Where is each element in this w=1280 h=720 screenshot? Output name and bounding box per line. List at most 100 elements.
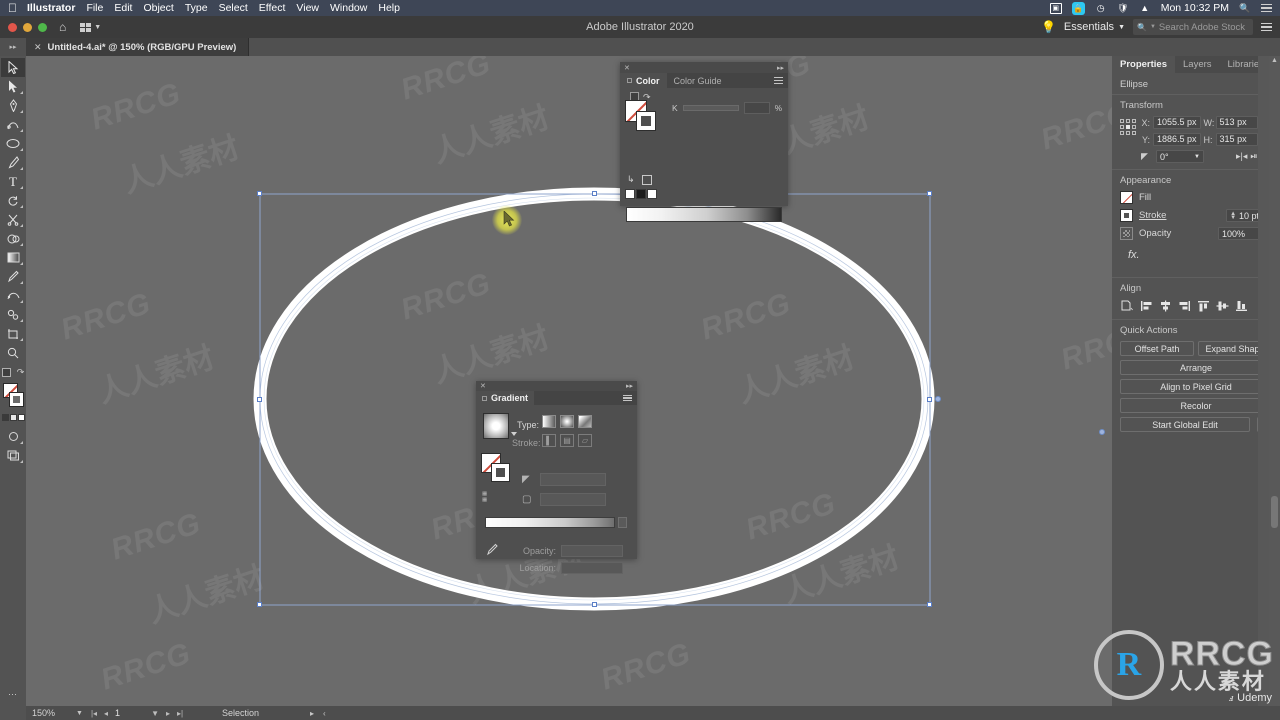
search-adobe-stock-input[interactable]: 🔍 ▼ Search Adobe Stock <box>1133 19 1253 35</box>
menu-type[interactable]: Type <box>185 2 208 14</box>
menu-view[interactable]: View <box>296 2 319 14</box>
tab-gradient[interactable]: Gradient <box>476 391 535 405</box>
menu-file[interactable]: File <box>86 2 103 14</box>
eyedropper-icon[interactable] <box>486 543 498 559</box>
shield-icon[interactable]: 🛡 <box>1117 2 1129 14</box>
curvature-tool[interactable] <box>1 115 25 134</box>
align-top-icon[interactable] <box>1196 299 1210 313</box>
opacity-row[interactable]: Opacity 100% › <box>1120 227 1272 240</box>
align-right-icon[interactable] <box>1177 299 1191 313</box>
scrollbar-thumb[interactable] <box>1271 496 1278 528</box>
recolor-button[interactable]: Recolor <box>1120 398 1272 413</box>
ellipse-tool[interactable] <box>1 134 25 153</box>
toolbar-collapse-grip[interactable]: ▸▸ <box>2 38 24 56</box>
control-center-icon[interactable] <box>1261 3 1272 13</box>
direct-selection-tool[interactable] <box>1 77 25 96</box>
reference-point-selector[interactable] <box>1120 119 1136 136</box>
artboard-number-input[interactable]: 1 <box>115 708 120 718</box>
gradient-opacity-row[interactable]: Opacity: <box>512 545 623 557</box>
align-vertical-center-icon[interactable] <box>1215 299 1229 313</box>
menu-object[interactable]: Object <box>143 2 173 14</box>
workspace-switcher[interactable]: Essentials ▼ <box>1064 21 1125 33</box>
stroke-row[interactable]: Stroke ▲▼ 10 pt ▼ <box>1120 209 1272 222</box>
zoom-tool[interactable] <box>1 343 25 362</box>
default-fill-stroke-icon[interactable]: ↳ <box>627 174 635 185</box>
chevron-down-icon[interactable]: ▼ <box>127 709 159 718</box>
pen-tool[interactable] <box>1 96 25 115</box>
tab-color[interactable]: Color <box>620 73 667 88</box>
align-to-selection-icon[interactable] <box>1120 299 1134 313</box>
back-icon[interactable]: ‹ <box>323 709 326 718</box>
selection-handle-tl[interactable] <box>257 191 262 196</box>
none-swatch-icon[interactable] <box>641 174 652 185</box>
type-tool[interactable]: T <box>1 172 25 191</box>
align-bottom-icon[interactable] <box>1234 299 1248 313</box>
gradient-swatch-icon[interactable] <box>9 414 17 421</box>
linear-gradient-icon[interactable] <box>542 415 556 428</box>
offset-path-button[interactable]: Offset Path <box>1120 341 1194 356</box>
black-swatch-icon[interactable] <box>636 189 646 199</box>
stroke-white-swatch[interactable] <box>9 392 24 407</box>
color-panel[interactable]: ✕ ▸▸ Color Color Guide ↷ K % ↳ <box>620 62 788 222</box>
color-swatch-group[interactable]: ↷ <box>625 92 665 134</box>
last-artboard-icon[interactable]: ▸| <box>177 709 183 718</box>
color-quick-swatches[interactable] <box>625 189 657 199</box>
color-panel-tabs[interactable]: Color Color Guide <box>620 73 788 88</box>
refpt-cell[interactable] <box>1126 131 1130 135</box>
selection-handle-tr[interactable] <box>927 191 932 196</box>
macos-menu-bar[interactable]:  Illustrator File Edit Object Type Sele… <box>0 0 1280 16</box>
anchor-point-right[interactable] <box>935 396 941 402</box>
discover-bulb-icon[interactable]: 💡 <box>1041 20 1056 34</box>
stroke-label[interactable]: Stroke <box>1139 210 1166 221</box>
h-input[interactable]: 315 px <box>1215 133 1258 146</box>
selection-handle-tc[interactable] <box>592 191 597 196</box>
none-swatch-icon[interactable] <box>625 189 635 199</box>
y-input[interactable]: 1886.5 px <box>1153 133 1201 146</box>
opacity-swatch-icon[interactable] <box>1120 227 1133 240</box>
minimize-window-button[interactable] <box>23 22 32 32</box>
document-tab-untitled-4[interactable]: ✕ Untitled-4.ai* @ 150% (RGB/GPU Preview… <box>26 38 250 56</box>
radial-gradient-icon[interactable] <box>560 415 574 428</box>
color-panel-header[interactable]: ✕ ▸▸ <box>620 62 788 73</box>
x-input[interactable]: 1055.5 px <box>1153 116 1201 129</box>
fill-none-swatch[interactable] <box>1120 191 1133 204</box>
hamburger-icon[interactable] <box>1261 22 1272 32</box>
artboard-tool[interactable] <box>1 324 25 343</box>
stroke-within-icon[interactable]: ▌ <box>542 434 556 447</box>
gradient-tool[interactable] <box>1 248 25 267</box>
fill-stroke-swatches[interactable] <box>0 382 26 412</box>
color-mode-swatches[interactable] <box>1 414 25 421</box>
refpt-cell[interactable] <box>1132 131 1136 135</box>
arrange-documents-icon[interactable]: ▼ <box>80 22 101 32</box>
close-icon[interactable]: ✕ <box>34 42 42 53</box>
stroke-white-swatch[interactable] <box>1120 209 1133 222</box>
refpt-cell[interactable] <box>1120 125 1124 129</box>
stepper-arrows-icon[interactable]: ▲ ▼ <box>1230 211 1236 221</box>
home-icon[interactable]: ⌂ <box>59 20 66 34</box>
panel-menu-icon[interactable] <box>769 77 788 84</box>
lock-icon[interactable]: 🔒 <box>1071 1 1085 15</box>
align-to-pixel-grid-button[interactable]: Align to Pixel Grid <box>1120 379 1272 394</box>
gradient-aspect-input[interactable] <box>540 493 606 506</box>
refpt-cell[interactable] <box>1120 119 1124 123</box>
gradient-type-buttons[interactable] <box>542 415 592 428</box>
menu-illustrator[interactable]: Illustrator <box>27 2 75 14</box>
align-buttons-row[interactable] <box>1120 299 1272 313</box>
gradient-aspect-row[interactable]: ▢ <box>522 493 606 506</box>
scissors-tool[interactable] <box>1 210 25 229</box>
align-left-icon[interactable] <box>1139 299 1153 313</box>
artboard-navigation[interactable]: |◂ ◂ 1 ▼ ▸ ▸| <box>91 708 183 718</box>
menu-edit[interactable]: Edit <box>114 2 132 14</box>
refpt-cell[interactable] <box>1132 119 1136 123</box>
menu-help[interactable]: Help <box>378 2 400 14</box>
gradient-opacity-input[interactable] <box>561 545 623 557</box>
prev-artboard-icon[interactable]: ◂ <box>104 709 108 718</box>
first-artboard-icon[interactable]: |◂ <box>91 709 97 718</box>
gradient-stops-slider[interactable] <box>485 517 615 528</box>
k-slider-track[interactable] <box>682 105 739 111</box>
eject-icon[interactable]: ▲ <box>1139 2 1151 14</box>
change-screen-mode-icon[interactable] <box>1 446 25 465</box>
selection-handle-br[interactable] <box>927 602 932 607</box>
selection-handle-ml[interactable] <box>257 397 262 402</box>
freeform-gradient-icon[interactable] <box>578 415 592 428</box>
